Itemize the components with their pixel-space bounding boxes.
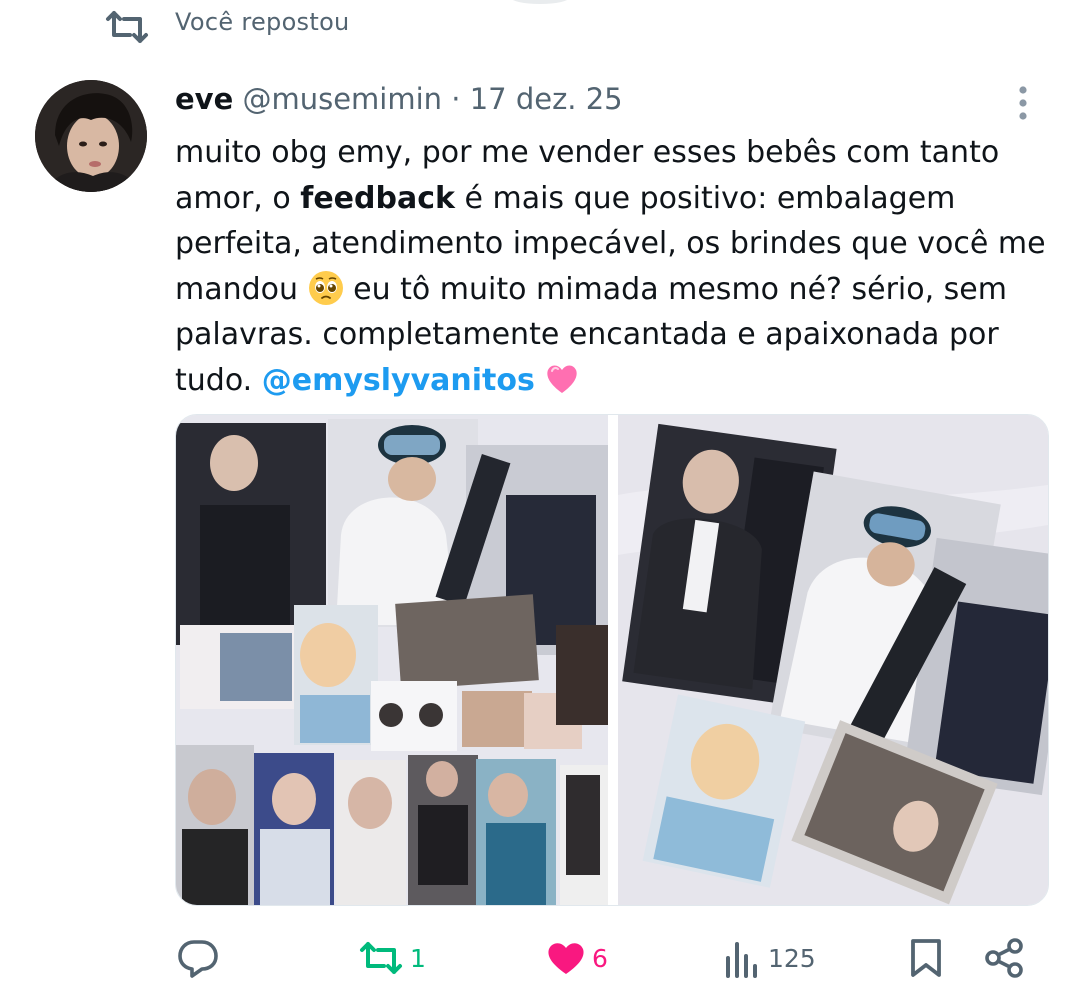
photocards-on-bed-photo[interactable] [618,415,1048,905]
pink-heart-emoji [547,365,578,393]
tweet-text: muito obg emy, por me vender esses bebês… [175,130,1055,403]
like-button[interactable]: 6 [546,936,608,980]
repost-banner-text: Você repostou [175,8,350,36]
like-count: 6 [592,943,608,973]
views-button[interactable]: 125 [722,936,816,980]
tweet-header: eve @musemimin · 17 dez. 25 [175,82,623,116]
author-handle[interactable]: @musemimin [242,82,442,116]
avatar[interactable] [35,80,147,192]
share-button[interactable] [984,936,1024,980]
reply-icon [178,940,218,978]
repost-button[interactable]: 1 [358,936,426,980]
share-icon [985,938,1023,978]
photocard-collage-photo[interactable] [176,415,608,905]
repost-count: 1 [410,943,426,973]
author-name[interactable]: eve [175,82,233,116]
bookmark-button[interactable] [908,936,944,980]
media-grid [175,414,1049,906]
heart-icon [548,943,584,974]
tweet-date[interactable]: 17 dez. 25 [470,82,623,116]
header-separator: · [451,82,461,116]
repost-banner: Você repostou [0,0,1079,52]
views-count: 125 [768,943,816,973]
bookmark-icon [911,939,941,977]
pleading-face-emoji [308,270,343,305]
reply-button[interactable] [176,936,226,980]
views-icon [726,942,757,978]
tweet-text-bold: feedback [300,180,455,216]
action-bar: 1 6 125 [0,930,1079,990]
repost-icon [360,942,402,974]
repost-icon [106,11,148,43]
mention-link[interactable]: @emyslyvanitos [262,363,535,398]
more-options-icon[interactable] [1008,84,1038,124]
